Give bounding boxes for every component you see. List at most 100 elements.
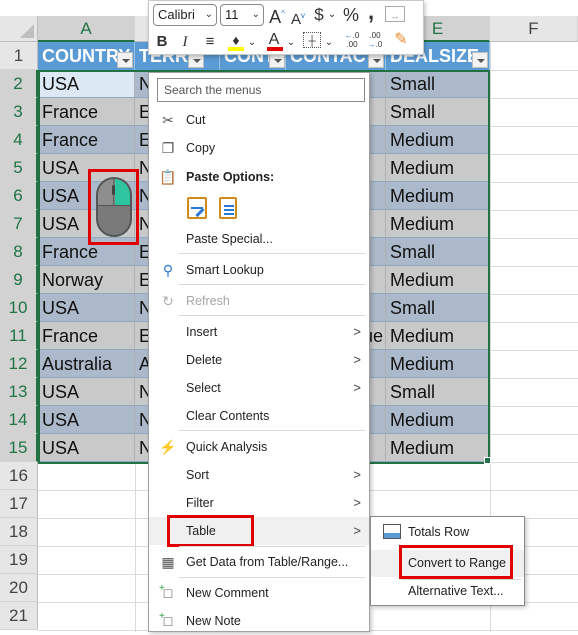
table-cell-dealsize[interactable]: Small [386,70,490,98]
smart-lookup-icon: ⚲ [162,262,174,278]
font-color-dropdown[interactable]: ⌄ [286,34,296,52]
table-cell-country[interactable]: USA [38,406,135,434]
center-align-icon: ≡ [205,33,215,50]
table-cell-country[interactable]: USA [38,294,135,322]
table-cell-country[interactable]: Australia [38,350,135,378]
row-header-2[interactable]: 2 [0,70,38,98]
row-header-12[interactable]: 12 [0,350,38,378]
decrease-font-icon: A [290,11,301,28]
menu-item-new-comment[interactable]: + □ New Comment [149,579,369,607]
filter-dropdown-country[interactable] [117,52,133,68]
row-header-6[interactable]: 6 [0,182,38,210]
paste-keep-formatting-icon[interactable] [187,197,207,219]
row-header-18[interactable]: 18 [0,518,38,546]
menu-item-copy[interactable]: ❐ Copy [149,134,369,162]
chevron-right-icon: > [353,352,361,367]
menu-item-smart-lookup[interactable]: ⚲ Smart Lookup [149,256,369,284]
table-cell-country[interactable]: USA [38,434,135,462]
table-cell-dealsize[interactable]: Small [386,238,490,266]
table-cell-country[interactable]: USA [38,378,135,406]
font-size-dropdown[interactable]: 11 ⌄ [220,4,264,26]
table-cell-country[interactable]: France [38,322,135,350]
menu-item-table[interactable]: Table > [149,517,369,545]
column-header-a[interactable]: A [38,16,135,42]
table-cell-dealsize[interactable]: Medium [386,182,490,210]
menu-item-quick-analysis[interactable]: ⚡ Quick Analysis [149,433,369,461]
table-cell-dealsize[interactable]: Small [386,378,490,406]
bold-button[interactable]: B [155,33,169,51]
table-cell-country[interactable]: France [38,126,135,154]
table-cell-country[interactable]: USA [38,70,135,98]
increase-decimal-button[interactable]: ←.0.00 [342,31,362,49]
column-header-f[interactable]: F [490,16,578,42]
menu-item-delete[interactable]: Delete > [149,346,369,374]
row-header-13[interactable]: 13 [0,378,38,406]
table-cell-dealsize[interactable]: Medium [386,350,490,378]
menu-item-filter[interactable]: Filter > [149,489,369,517]
menu-item-clear-contents[interactable]: Clear Contents [149,402,369,430]
table-cell-country[interactable]: France [38,98,135,126]
borders-dropdown[interactable]: ⌄ [324,34,334,52]
row-header-4[interactable]: 4 [0,126,38,154]
row-header-21[interactable]: 21 [0,602,38,630]
menu-item-get-data[interactable]: ▦ Get Data from Table/Range... [149,548,369,576]
row-header-10[interactable]: 10 [0,294,38,322]
menu-item-select[interactable]: Select > [149,374,369,402]
row-header-16[interactable]: 16 [0,462,38,490]
decrease-decimal-button[interactable]: .00 →.0 [365,31,385,49]
row-header-17[interactable]: 17 [0,490,38,518]
format-painter-button[interactable]: ✎ [391,31,411,49]
comma-style-button[interactable]: , [363,1,379,23]
row-header-9[interactable]: 9 [0,266,38,294]
percent-style-button[interactable]: % [341,6,361,24]
row-header-7[interactable]: 7 [0,210,38,238]
row-header-15[interactable]: 15 [0,434,38,462]
row-header-5[interactable]: 5 [0,154,38,182]
center-align-button[interactable]: ≡ [201,33,219,51]
paste-values-icon[interactable] [219,197,237,219]
accounting-format-button[interactable]: $ [312,6,326,24]
row-header-3[interactable]: 3 [0,98,38,126]
increase-font-size-button[interactable]: A^ [268,5,286,26]
row-header-1[interactable]: 1 [0,42,38,70]
row-header-8[interactable]: 8 [0,238,38,266]
table-icon: ▦ [161,554,175,570]
fill-handle[interactable] [484,457,491,464]
submenu-item-convert-to-range[interactable]: Convert to Range [371,550,524,577]
menu-item-new-note[interactable]: + □ New Note [149,607,369,635]
borders-button[interactable]: ┼ [303,32,321,48]
table-cell-dealsize[interactable]: Small [386,294,490,322]
submenu-item-totals-row[interactable]: Totals Row [371,519,524,546]
row-header-19[interactable]: 19 [0,546,38,574]
menu-item-paste-special[interactable]: Paste Special... [149,225,369,253]
table-cell-dealsize[interactable]: Small [386,98,490,126]
gridline [490,322,578,323]
font-name-dropdown[interactable]: Calibri ⌄ [153,4,217,26]
menu-search-input[interactable]: Search the menus [157,78,365,102]
menu-item-label: Get Data from Table/Range... [186,555,349,569]
menu-item-label: Delete [186,353,223,367]
table-cell-country[interactable]: Norway [38,266,135,294]
decrease-font-size-button[interactable]: Av [290,7,306,29]
table-cell-dealsize[interactable]: Medium [386,266,490,294]
menu-item-sort[interactable]: Sort > [149,461,369,489]
table-cell-dealsize[interactable]: Medium [386,322,490,350]
table-cell-dealsize[interactable]: Medium [386,154,490,182]
row-header-20[interactable]: 20 [0,574,38,602]
accounting-format-dropdown[interactable]: ⌄ [327,6,337,24]
table-cell-dealsize[interactable]: Medium [386,126,490,154]
filter-dropdown-dealsize[interactable] [472,52,488,68]
italic-button[interactable]: I [179,33,191,51]
table-cell-dealsize[interactable]: Medium [386,210,490,238]
table-cell-dealsize[interactable]: Medium [386,406,490,434]
fill-color-dropdown[interactable]: ⌄ [247,34,257,52]
menu-item-label: Paste Options: [186,170,275,184]
row-header-11[interactable]: 11 [0,322,38,350]
select-all-corner[interactable] [0,16,38,42]
submenu-item-alternative-text[interactable]: Alternative Text... [371,578,524,605]
merge-center-button[interactable]: ↔ [385,6,405,22]
menu-item-insert[interactable]: Insert > [149,318,369,346]
row-header-14[interactable]: 14 [0,406,38,434]
table-cell-dealsize[interactable]: Medium [386,434,490,462]
menu-item-cut[interactable]: ✂ Cut [149,106,369,134]
